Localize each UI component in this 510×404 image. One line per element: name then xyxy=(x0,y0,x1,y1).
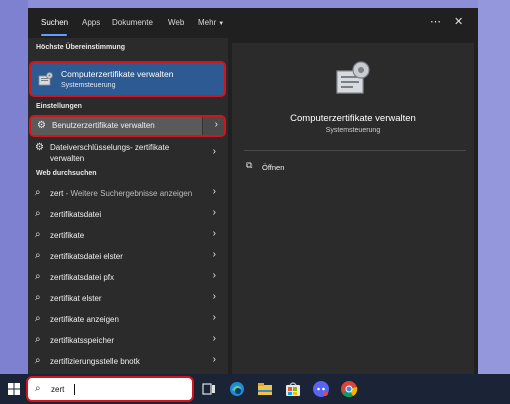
web-result-item[interactable]: ⌕ zertifikatsdatei elster › xyxy=(28,246,226,266)
preview-divider xyxy=(244,150,466,151)
web-result-label: zertifizierungsstelle bnotk xyxy=(50,357,140,366)
certificate-icon xyxy=(336,61,370,94)
taskbar: ⌕ zert xyxy=(0,374,510,404)
desktop-right-band xyxy=(478,0,510,374)
web-result-label: zertifikate xyxy=(50,231,85,240)
section-title-settings: Einstellungen xyxy=(36,103,82,110)
search-icon: ⌕ xyxy=(35,229,41,240)
chevron-down-icon: ▼ xyxy=(218,21,225,27)
open-icon[interactable]: ⧉ xyxy=(246,160,252,171)
discord-icon[interactable] xyxy=(312,380,330,398)
tab-mehr[interactable]: Mehr ▼ xyxy=(198,18,224,27)
web-result-item[interactable]: ⌕ zertifikatsdatei pfx › xyxy=(28,267,226,287)
web-result-item[interactable]: ⌕ zertifikate anzeigen › xyxy=(28,309,226,329)
preview-pane: Computerzertifikate verwalten Systemsteu… xyxy=(232,43,474,374)
section-title-web: Web durchsuchen xyxy=(36,170,97,177)
active-tab-indicator xyxy=(41,34,67,36)
web-result-item[interactable]: ⌕ zertifikatsspeicher › xyxy=(28,330,226,350)
search-icon: ⌕ xyxy=(35,187,41,198)
best-match-subtitle: Systemsteuerung xyxy=(61,82,116,89)
task-view-icon[interactable] xyxy=(200,380,218,398)
chevron-right-icon[interactable]: › xyxy=(213,333,216,344)
preview-subtitle: Systemsteuerung xyxy=(325,127,381,134)
chevron-right-icon[interactable]: › xyxy=(213,146,216,157)
certificate-user-icon: ⚙ xyxy=(35,142,44,153)
best-match-title: Computerzertifikate verwalten xyxy=(61,69,174,79)
web-result-item[interactable]: ⌕ zertifikatsdatei › xyxy=(28,204,226,224)
search-query: zert xyxy=(51,385,65,394)
search-icon: ⌕ xyxy=(35,334,41,345)
web-result-label: zert - Weitere Suchergebnisse anzeigen xyxy=(50,189,192,198)
certificate-icon xyxy=(38,72,53,86)
web-result-query: zert xyxy=(50,189,64,198)
file-explorer-icon[interactable] xyxy=(256,380,274,398)
web-result-label: zertifikatsdatei xyxy=(50,210,102,219)
tab-mehr-label: Mehr xyxy=(198,18,217,27)
tab-suchen[interactable]: Suchen xyxy=(41,18,68,27)
chevron-right-icon[interactable]: › xyxy=(213,354,216,365)
results-list: Höchste Übereinstimmung Computerzertifik… xyxy=(28,38,228,374)
tab-apps[interactable]: Apps xyxy=(82,18,100,27)
section-title-best-match: Höchste Übereinstimmung xyxy=(36,44,126,51)
search-icon: ⌕ xyxy=(35,355,41,366)
chrome-icon[interactable] xyxy=(340,380,358,398)
search-icon: ⌕ xyxy=(35,271,41,282)
settings-item-label: Benutzerzertifikate verwalten xyxy=(52,121,155,130)
web-result-item[interactable]: ⌕ zertifizierungsstelle bnotk › xyxy=(28,351,226,371)
search-icon: ⌕ xyxy=(35,208,41,219)
search-panel: Suchen Apps Dokumente Web Mehr ▼ ⋯ ✕ Höch… xyxy=(28,8,478,374)
search-icon: ⌕ xyxy=(35,250,41,261)
store-icon[interactable] xyxy=(284,380,302,398)
taskbar-search-input[interactable]: ⌕ zert xyxy=(26,376,194,402)
tab-dokumente[interactable]: Dokumente xyxy=(112,18,153,27)
chevron-right-icon[interactable]: › xyxy=(213,207,216,218)
settings-item-user-certificates[interactable]: ⚙ Benutzerzertifikate verwalten › xyxy=(29,115,226,137)
open-action[interactable]: Öffnen xyxy=(262,163,284,172)
edge-icon[interactable] xyxy=(228,380,246,398)
chevron-right-icon: › xyxy=(214,119,218,130)
best-match-item[interactable]: Computerzertifikate verwalten Systemsteu… xyxy=(29,61,226,97)
windows-start-icon[interactable] xyxy=(8,383,20,395)
expand-button[interactable] xyxy=(202,117,224,135)
settings-item-file-encryption-certificates[interactable]: ⚙ Dateiverschlüsselungs- zertifikate ver… xyxy=(28,138,226,166)
search-icon: ⌕ xyxy=(35,292,41,303)
web-result-label: zertifikatsdatei pfx xyxy=(50,273,115,282)
web-result-label: zertifikatsdatei elster xyxy=(50,252,123,261)
chevron-right-icon[interactable]: › xyxy=(213,228,216,239)
search-icon: ⌕ xyxy=(35,383,41,394)
web-result-label: zertifikate anzeigen xyxy=(50,315,119,324)
certificate-user-icon: ⚙ xyxy=(37,120,46,131)
text-caret xyxy=(74,384,75,395)
web-result-suffix: - Weitere Suchergebnisse anzeigen xyxy=(63,189,193,198)
web-result-item[interactable]: ⌕ zertifikat elster › xyxy=(28,288,226,308)
search-tabs: Suchen Apps Dokumente Web Mehr ▼ ⋯ ✕ xyxy=(28,8,478,38)
more-options-icon[interactable]: ⋯ xyxy=(430,15,441,28)
web-result-label: zertifikat elster xyxy=(50,294,102,303)
web-result-label: zertifikatsspeicher xyxy=(50,336,115,345)
desktop-left-band xyxy=(0,0,28,374)
chevron-right-icon[interactable]: › xyxy=(213,312,216,323)
chevron-right-icon[interactable]: › xyxy=(213,186,216,197)
chevron-right-icon[interactable]: › xyxy=(213,291,216,302)
preview-title: Computerzertifikate verwalten xyxy=(290,113,416,124)
chevron-right-icon[interactable]: › xyxy=(213,270,216,281)
search-icon: ⌕ xyxy=(35,313,41,324)
web-result-item[interactable]: ⌕ zert - Weitere Suchergebnisse anzeigen… xyxy=(28,183,226,203)
web-result-item[interactable]: ⌕ zertifikate › xyxy=(28,225,226,245)
chevron-right-icon[interactable]: › xyxy=(213,249,216,260)
settings-item-label: Dateiverschlüsselungs- zertifikate verwa… xyxy=(50,143,170,163)
close-icon[interactable]: ✕ xyxy=(454,15,463,28)
tab-web[interactable]: Web xyxy=(168,18,184,27)
